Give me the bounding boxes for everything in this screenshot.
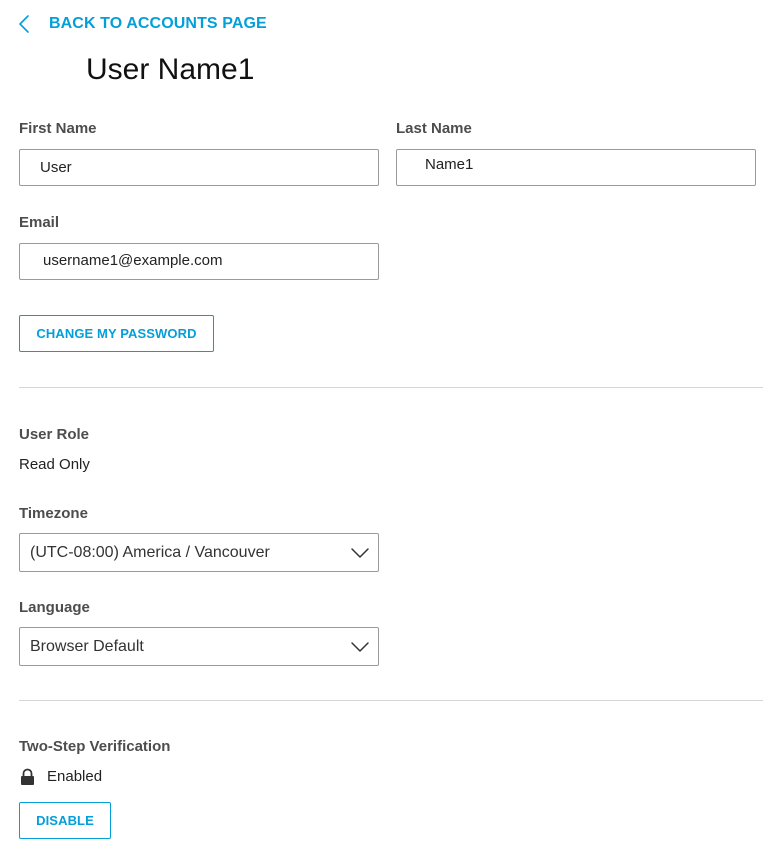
section-divider (19, 700, 763, 701)
language-label: Language (19, 599, 90, 616)
back-to-accounts-link[interactable]: BACK TO ACCOUNTS PAGE (18, 12, 267, 36)
language-selected-value: Browser Default (30, 637, 144, 655)
disable-two-step-button[interactable]: DISABLE (19, 802, 111, 839)
lock-icon (20, 768, 35, 786)
page-title: User Name1 (86, 53, 255, 86)
disable-label: DISABLE (36, 813, 94, 828)
change-password-button[interactable]: CHANGE MY PASSWORD (19, 315, 214, 352)
email-label: Email (19, 214, 60, 231)
change-password-label: CHANGE MY PASSWORD (36, 326, 197, 341)
user-role-label: User Role (19, 426, 90, 443)
timezone-label: Timezone (19, 505, 88, 522)
timezone-selected-value: (UTC-08:00) America / Vancouver (30, 543, 270, 561)
user-role-value: Read Only (19, 456, 90, 473)
chevron-down-icon (350, 543, 370, 563)
last-name-label: Last Name (396, 120, 472, 137)
last-name-input[interactable] (396, 149, 756, 186)
two-step-verification-label: Two-Step Verification (19, 738, 171, 755)
first-name-input[interactable] (19, 149, 379, 186)
chevron-down-icon (350, 637, 370, 657)
back-to-accounts-label: BACK TO ACCOUNTS PAGE (49, 15, 267, 32)
section-divider (19, 387, 763, 388)
timezone-select[interactable]: (UTC-08:00) America / Vancouver (19, 533, 379, 572)
chevron-left-icon (18, 12, 40, 36)
email-input[interactable] (19, 243, 379, 280)
first-name-label: First Name (19, 120, 97, 137)
two-step-status: Enabled (47, 768, 103, 785)
language-select[interactable]: Browser Default (19, 627, 379, 666)
